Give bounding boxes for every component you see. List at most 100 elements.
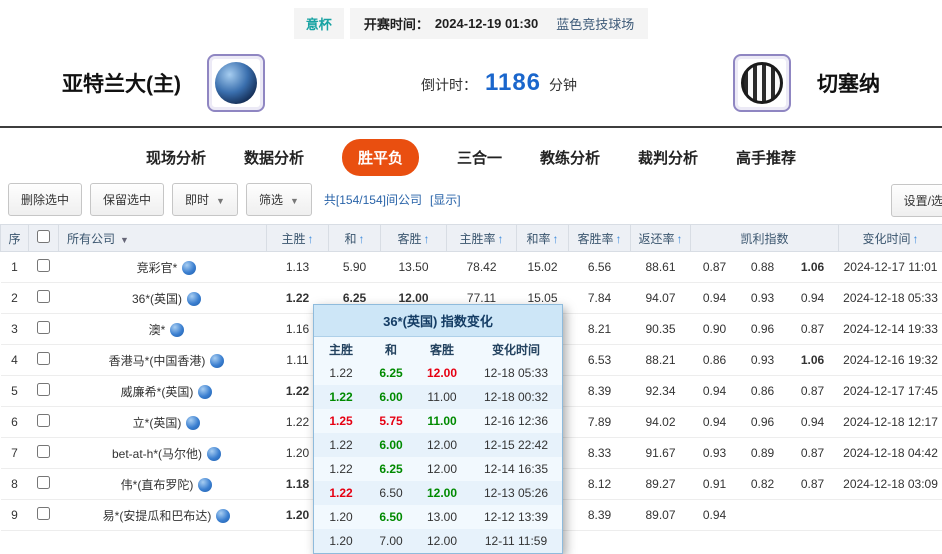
header-return-rate-label: 返还率 <box>638 232 674 246</box>
change-time: 2024-12-17 11:01 <box>839 252 942 283</box>
company-cell: bet-at-h*(马尔他) <box>59 438 267 469</box>
header-draw-rate[interactable]: 和率↑ <box>517 225 569 252</box>
countdown-unit: 分钟 <box>549 75 577 95</box>
kelly-1: 0.90 <box>691 314 739 345</box>
show-link[interactable]: [显示] <box>430 191 461 208</box>
popup-row: 1.226.5012.0012-13 05:26 <box>314 481 562 505</box>
select-all-checkbox[interactable] <box>37 230 50 243</box>
header-draw-odds[interactable]: 和↑ <box>329 225 381 252</box>
countdown-label: 倒计时： <box>421 75 477 95</box>
company-odds-icon[interactable] <box>198 478 212 492</box>
tab-4[interactable]: 三合一 <box>457 147 502 168</box>
settings-button[interactable]: 设置/选 <box>891 184 942 217</box>
delete-selected-button[interactable]: 删除选中 <box>8 183 82 216</box>
popup-header-home: 主胜 <box>314 341 368 358</box>
tabs: 现场分析 数据分析 胜平负 三合一 教练分析 裁判分析 高手推荐 <box>0 126 942 188</box>
header-away-label: 客胜 <box>397 232 421 246</box>
row-checkbox[interactable] <box>37 321 50 334</box>
odds-history-popup: 36*(英国) 指数变化 主胜 和 客胜 变化时间 1.226.2512.001… <box>313 304 563 554</box>
row-checkbox-cell <box>29 314 59 345</box>
company-odds-icon[interactable] <box>170 323 184 337</box>
tab-5[interactable]: 教练分析 <box>540 147 600 168</box>
tab-7[interactable]: 高手推荐 <box>736 147 796 168</box>
row-checkbox[interactable] <box>37 414 50 427</box>
row-index: 7 <box>1 438 29 469</box>
change-time: 2024-12-18 04:42 <box>839 438 942 469</box>
header-home-rate-label: 主胜率 <box>459 232 495 246</box>
row-checkbox[interactable] <box>37 352 50 365</box>
filter-dropdown[interactable]: 筛选▼ <box>246 183 312 216</box>
header-change-time[interactable]: 变化时间↑ <box>839 225 942 252</box>
row-checkbox[interactable] <box>37 445 50 458</box>
row-checkbox-cell <box>29 438 59 469</box>
odds-away: 13.50 <box>381 252 447 283</box>
company-name: 威廉希*(英国) <box>121 385 194 399</box>
popup-away-odds: 12.00 <box>414 366 470 380</box>
rate-return: 89.27 <box>631 469 691 500</box>
header-home-rate[interactable]: 主胜率↑ <box>447 225 517 252</box>
odds-draw: 5.90 <box>329 252 381 283</box>
company-name: bet-at-h*(马尔他) <box>112 447 202 461</box>
away-team: 切塞纳 <box>733 54 880 112</box>
popup-away-odds: 11.00 <box>414 390 470 404</box>
company-odds-icon[interactable] <box>187 292 201 306</box>
rate-home: 78.42 <box>447 252 517 283</box>
popup-away-odds: 13.00 <box>414 510 470 524</box>
company-odds-icon[interactable] <box>198 385 212 399</box>
change-time <box>839 500 942 531</box>
row-index: 4 <box>1 345 29 376</box>
company-name: 立*(英国) <box>133 416 182 430</box>
row-checkbox[interactable] <box>37 259 50 272</box>
header-home-odds[interactable]: 主胜↑ <box>267 225 329 252</box>
kelly-3: 0.87 <box>787 376 839 407</box>
company-odds-icon[interactable] <box>216 509 230 523</box>
popup-draw-odds: 6.25 <box>368 366 414 380</box>
rate-away: 6.56 <box>569 252 631 283</box>
company-odds-icon[interactable] <box>182 261 196 275</box>
row-checkbox[interactable] <box>37 383 50 396</box>
popup-change-time: 12-12 13:39 <box>470 510 562 524</box>
row-checkbox[interactable] <box>37 507 50 520</box>
company-cell: 易*(安提瓜和巴布达) <box>59 500 267 531</box>
popup-home-odds: 1.22 <box>314 390 368 404</box>
row-index: 9 <box>1 500 29 531</box>
company-count: 共[154/154]间公司 <box>324 191 422 208</box>
rate-away: 7.89 <box>569 407 631 438</box>
table-header-row: 序 所有公司▼ 主胜↑ 和↑ 客胜↑ 主胜率↑ 和率↑ 客胜率↑ 返还率↑ 凯利… <box>1 225 942 252</box>
kelly-1: 0.87 <box>691 252 739 283</box>
kelly-3 <box>787 500 839 531</box>
header-draw-rate-label: 和率 <box>526 232 550 246</box>
kelly-1: 0.93 <box>691 438 739 469</box>
company-odds-icon[interactable] <box>210 354 224 368</box>
company-odds-icon[interactable] <box>186 416 200 430</box>
away-team-name: 切塞纳 <box>817 68 880 98</box>
header-away-odds[interactable]: 客胜↑ <box>381 225 447 252</box>
popup-draw-odds: 7.00 <box>368 534 414 548</box>
popup-draw-odds: 6.00 <box>368 438 414 452</box>
row-checkbox-cell <box>29 469 59 500</box>
countdown: 倒计时： 1186 分钟 <box>421 69 577 97</box>
header-away-rate[interactable]: 客胜率↑ <box>569 225 631 252</box>
popup-change-time: 12-16 12:36 <box>470 414 562 428</box>
company-odds-icon[interactable] <box>207 447 221 461</box>
row-checkbox[interactable] <box>37 476 50 489</box>
odds-home: 1.13 <box>267 252 329 283</box>
tab-2[interactable]: 数据分析 <box>244 147 304 168</box>
row-checkbox-cell <box>29 407 59 438</box>
keep-selected-button[interactable]: 保留选中 <box>90 183 164 216</box>
kelly-1: 0.94 <box>691 500 739 531</box>
popup-draw-odds: 6.00 <box>368 390 414 404</box>
rate-away: 7.84 <box>569 283 631 314</box>
popup-change-time: 12-11 11:59 <box>470 534 562 548</box>
header-company[interactable]: 所有公司▼ <box>59 225 267 252</box>
filter-dropdown-label: 筛选 <box>259 193 283 207</box>
tab-3[interactable]: 胜平负 <box>342 139 419 176</box>
header-return-rate[interactable]: 返还率↑ <box>631 225 691 252</box>
tab-6[interactable]: 裁判分析 <box>638 147 698 168</box>
company-cell: 威廉希*(英国) <box>59 376 267 407</box>
rate-return: 89.07 <box>631 500 691 531</box>
instant-dropdown[interactable]: 即时▼ <box>172 183 238 216</box>
tab-1[interactable]: 现场分析 <box>146 147 206 168</box>
row-checkbox[interactable] <box>37 290 50 303</box>
popup-change-time: 12-18 00:32 <box>470 390 562 404</box>
